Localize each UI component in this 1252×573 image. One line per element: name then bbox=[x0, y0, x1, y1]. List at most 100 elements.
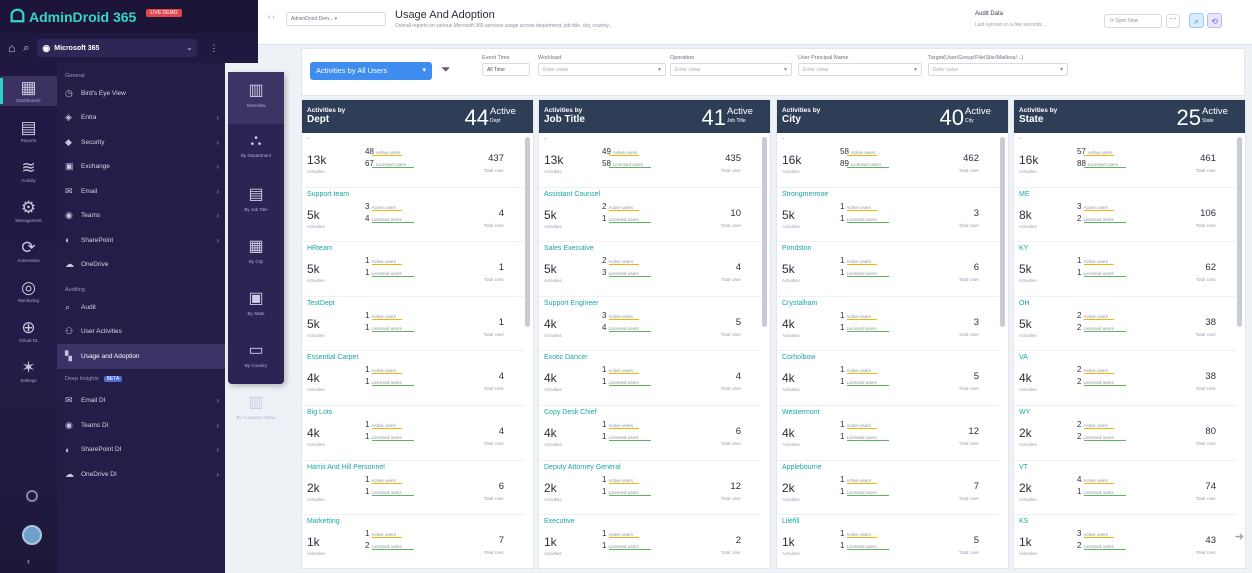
row-name-link[interactable]: WY bbox=[1019, 409, 1231, 419]
list-item[interactable]: VA 4k Activities 2 Active users 2 Licensed use… bbox=[1014, 351, 1236, 406]
list-item[interactable]: Assistant Counsel 5k Activities 2 Active use… bbox=[539, 188, 761, 243]
row-name-link[interactable]: Harris And Hill Personnel bbox=[307, 464, 519, 474]
list-item[interactable]: Corholbow 4k Activities 1 Active users 1 Licen… bbox=[777, 351, 999, 406]
rail-item-virtual-dl[interactable]: ⊕ Virtual DL bbox=[0, 316, 57, 346]
list-item[interactable]: Pondston 5k Activities 1 Active users 1 Licens… bbox=[777, 242, 999, 297]
row-name-link[interactable]: Crystalham bbox=[782, 300, 994, 310]
list-item[interactable]: -13k Activities 48 Active users 67 Licensed u… bbox=[302, 133, 524, 188]
user-avatar[interactable] bbox=[22, 525, 42, 545]
list-item[interactable]: Support team 5k Activities 3 Active users 4 Li… bbox=[302, 188, 524, 243]
view-selector-button[interactable]: Activities by All Users ▾ bbox=[310, 62, 432, 80]
rail-item-management[interactable]: ⚙ Management bbox=[0, 196, 57, 226]
menu-item-onedrive-di[interactable]: ☁ OneDrive DI › bbox=[57, 462, 225, 487]
row-name-link[interactable]: Westermont bbox=[782, 409, 994, 419]
list-item[interactable]: Big Lots 4k Activities 1 Active users 1 Licens… bbox=[302, 406, 524, 461]
menu-item-entra[interactable]: ◈ Entra › bbox=[57, 106, 225, 131]
card-scrollbar[interactable] bbox=[762, 137, 767, 327]
rail-item-monitoring[interactable]: ◎ Monitoring bbox=[0, 276, 57, 306]
more-icon[interactable]: ⋯ bbox=[1166, 14, 1180, 28]
tenant-selector[interactable]: ◉ Microsoft 365 ⌄ bbox=[37, 39, 198, 57]
list-item[interactable]: Lilefill 1k Activities 1 Active users 1 Licens… bbox=[777, 515, 999, 568]
row-name-link[interactable]: KS bbox=[1019, 518, 1231, 528]
row-name-link[interactable]: TestDept bbox=[307, 300, 519, 310]
card-scrollbar[interactable] bbox=[525, 137, 530, 327]
list-item[interactable]: HRteam 5k Activities 1 Active users 1 Licensed… bbox=[302, 242, 524, 297]
sync-now-button[interactable]: ⟳ Sync Now bbox=[1104, 14, 1162, 28]
more-options-icon[interactable]: ⋮ bbox=[209, 43, 218, 54]
card-scrollbar[interactable] bbox=[1237, 137, 1242, 327]
list-item[interactable]: Exotic Dancer 4k Activities 1 Active users 1 L… bbox=[539, 351, 761, 406]
list-item[interactable]: -13k Activities 49 Active users 58 Licensed u… bbox=[539, 133, 761, 188]
row-name-link[interactable]: Executive bbox=[544, 518, 756, 528]
row-name-link[interactable]: Marketting bbox=[307, 518, 519, 528]
list-item[interactable]: Sales Executive 5k Activities 2 Active users… bbox=[539, 242, 761, 297]
row-name-link[interactable]: Copy Desk Chief bbox=[544, 409, 756, 419]
row-name-link[interactable]: Essential Carpet bbox=[307, 354, 519, 364]
breadcrumb[interactable]: AdminDroid Dem... ▾ bbox=[286, 12, 386, 26]
refresh-icon[interactable]: ⟲ bbox=[1207, 13, 1222, 28]
rail-item-settings[interactable]: ✶ Settings bbox=[0, 356, 57, 386]
list-item[interactable]: WY 2k Activities 2 Active users 2 Licensed use… bbox=[1014, 406, 1236, 461]
list-item[interactable]: Deputy Attorney General 2k Activities 1 Acti… bbox=[539, 461, 761, 516]
list-item[interactable]: KS 1k Activities 3 Active users 2 Licensed use… bbox=[1014, 515, 1236, 568]
menu-item-user-activities[interactable]: ⚇ User Activities bbox=[57, 320, 225, 345]
rail-item-activity[interactable]: ≋ Activity bbox=[0, 156, 57, 186]
search-report-icon[interactable]: ⌕ bbox=[1189, 13, 1204, 28]
flyout-item-by-country[interactable]: ▭ By Country bbox=[228, 332, 284, 384]
menu-item-email[interactable]: ✉ Email › bbox=[57, 179, 225, 204]
menu-item-email-di[interactable]: ✉ Email DI › bbox=[57, 389, 225, 414]
list-item[interactable]: -16k Activities 57 Active users 88 Licensed u… bbox=[1014, 133, 1236, 188]
menu-item-sharepoint-di[interactable]: ◐ SharePoint DI › bbox=[57, 438, 225, 463]
flyout-item-overview[interactable]: ▥ Overview bbox=[228, 72, 284, 124]
list-item[interactable]: Crystalham 4k Activities 1 Active users 1 Lice… bbox=[777, 297, 999, 352]
admindroid-logo-icon[interactable]: ᗝ bbox=[10, 6, 25, 27]
upn-field[interactable]: Enter value ▾ bbox=[798, 63, 922, 76]
menu-item-exchange[interactable]: ▣ Exchange › bbox=[57, 155, 225, 180]
list-item[interactable]: KY 5k Activities 1 Active users 1 Licensed use… bbox=[1014, 242, 1236, 297]
operation-field[interactable]: Enter value ▾ bbox=[670, 63, 792, 76]
flyout-item-by-state[interactable]: ▣ By State bbox=[228, 280, 284, 332]
row-name-link[interactable]: Applebourne bbox=[782, 464, 994, 474]
flyout-item-by-city[interactable]: ▦ By City bbox=[228, 228, 284, 280]
menu-item-sharepoint[interactable]: ◐ SharePoint › bbox=[57, 228, 225, 253]
row-name-link[interactable]: Strongmermoe bbox=[782, 191, 994, 201]
row-name-link[interactable]: Exotic Dancer bbox=[544, 354, 756, 364]
row-name-link[interactable]: OH bbox=[1019, 300, 1231, 310]
row-name-link[interactable]: Corholbow bbox=[782, 354, 994, 364]
collapse-icon[interactable]: ‹ bbox=[27, 556, 30, 566]
flyout-item-by-company-name[interactable]: ▥ By Company Name bbox=[228, 384, 284, 436]
menu-item-teams-di[interactable]: ◉ Teams DI › bbox=[57, 413, 225, 438]
row-name-link[interactable]: Big Lots bbox=[307, 409, 519, 419]
list-item[interactable]: Applebourne 2k Activities 1 Active users 1 Lic… bbox=[777, 461, 999, 516]
row-name-link[interactable]: Assistant Counsel bbox=[544, 191, 756, 201]
menu-item-audit[interactable]: ⌕ Audit bbox=[57, 295, 225, 320]
menu-item-usage-and-adoption[interactable]: ▚ Usage and Adoption bbox=[57, 344, 225, 369]
workload-field[interactable]: Enter value ▾ bbox=[538, 63, 666, 76]
row-name-link[interactable]: - bbox=[307, 136, 519, 146]
list-item[interactable]: TestDept 5k Activities 1 Active users 1 Licens… bbox=[302, 297, 524, 352]
row-name-link[interactable]: - bbox=[544, 136, 756, 146]
status-icon[interactable] bbox=[26, 490, 38, 502]
menu-item-bird-s-eye-view[interactable]: ◷ Bird's Eye View bbox=[57, 81, 225, 106]
menu-item-security[interactable]: ◆ Security › bbox=[57, 130, 225, 155]
list-item[interactable]: OH 5k Activities 2 Active users 2 Licensed use… bbox=[1014, 297, 1236, 352]
row-name-link[interactable]: Support Engineer bbox=[544, 300, 756, 310]
target-field[interactable]: Enter value ▾ bbox=[928, 63, 1068, 76]
row-name-link[interactable]: HRteam bbox=[307, 245, 519, 255]
card-scrollbar[interactable] bbox=[1000, 137, 1005, 327]
list-item[interactable]: VT 2k Activities 4 Active users 1 Licensed use… bbox=[1014, 461, 1236, 516]
flyout-item-by-job-title[interactable]: ▤ By Job Title bbox=[228, 176, 284, 228]
rail-item-automation[interactable]: ⟳ Automation bbox=[0, 236, 57, 266]
row-name-link[interactable]: - bbox=[782, 136, 994, 146]
row-name-link[interactable]: - bbox=[1019, 136, 1231, 146]
event-time-field[interactable]: All Time bbox=[482, 63, 530, 76]
list-item[interactable]: Strongmermoe 5k Activities 1 Active users 1 Li… bbox=[777, 188, 999, 243]
list-item[interactable]: Executive 1k Activities 1 Active users 1 Licen… bbox=[539, 515, 761, 568]
row-name-link[interactable]: Lilefill bbox=[782, 518, 994, 528]
list-item[interactable]: Harris And Hill Personnel 2k Activities 1 Ac… bbox=[302, 461, 524, 516]
list-item[interactable]: Essential Carpet 4k Activities 1 Active user… bbox=[302, 351, 524, 406]
list-item[interactable]: Marketting 1k Activities 1 Active users 2 Lice… bbox=[302, 515, 524, 568]
row-name-link[interactable]: KY bbox=[1019, 245, 1231, 255]
flyout-item-by-department[interactable]: ⛬ By Department bbox=[228, 124, 284, 176]
scroll-right-icon[interactable]: ➜ bbox=[1235, 530, 1244, 543]
